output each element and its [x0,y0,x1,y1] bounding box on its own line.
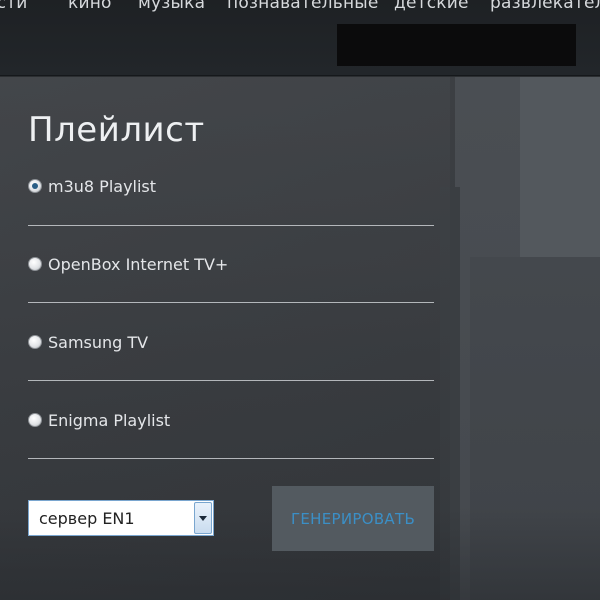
top-nav-bar: ости кино музыка познавательные детские … [0,0,600,76]
option-label: Samsung TV [48,332,149,352]
radio-m3u8[interactable] [28,179,42,193]
nav-item-educational[interactable]: познавательные [227,0,379,13]
nav-item-movies[interactable]: кино [68,0,112,13]
page-title: Плейлист [28,110,205,150]
option-openbox[interactable]: OpenBox Internet TV+ [28,244,434,284]
nav-item-news[interactable]: ости [0,0,28,13]
dropdown-button[interactable] [194,502,212,534]
option-label: OpenBox Internet TV+ [48,254,229,274]
chevron-down-icon [199,515,207,521]
divider [28,302,434,303]
divider [28,225,434,226]
radio-samsung[interactable] [28,335,42,349]
nav-item-music[interactable]: музыка [138,0,205,13]
divider [28,458,434,459]
option-label: m3u8 Playlist [48,176,157,196]
radio-openbox[interactable] [28,257,42,271]
option-m3u8[interactable]: m3u8 Playlist [28,166,434,206]
bg-panel [520,77,600,257]
generate-button[interactable]: ГЕНЕРИРОВАТЬ [272,486,434,551]
server-select-value: сервер EN1 [39,508,135,528]
playlist-form: Плейлист m3u8 Playlist OpenBox Internet … [28,106,436,551]
server-select[interactable]: сервер EN1 [28,500,214,536]
nav-item-kids[interactable]: детские [394,0,469,13]
nav-item-entertainment[interactable]: развлекатель [490,0,600,13]
radio-enigma[interactable] [28,413,42,427]
divider [28,380,434,381]
blank-banner [337,24,576,66]
option-samsung[interactable]: Samsung TV [28,322,434,362]
option-enigma[interactable]: Enigma Playlist [28,400,434,440]
category-nav: ости кино музыка познавательные детские … [0,0,600,15]
option-label: Enigma Playlist [48,410,171,430]
